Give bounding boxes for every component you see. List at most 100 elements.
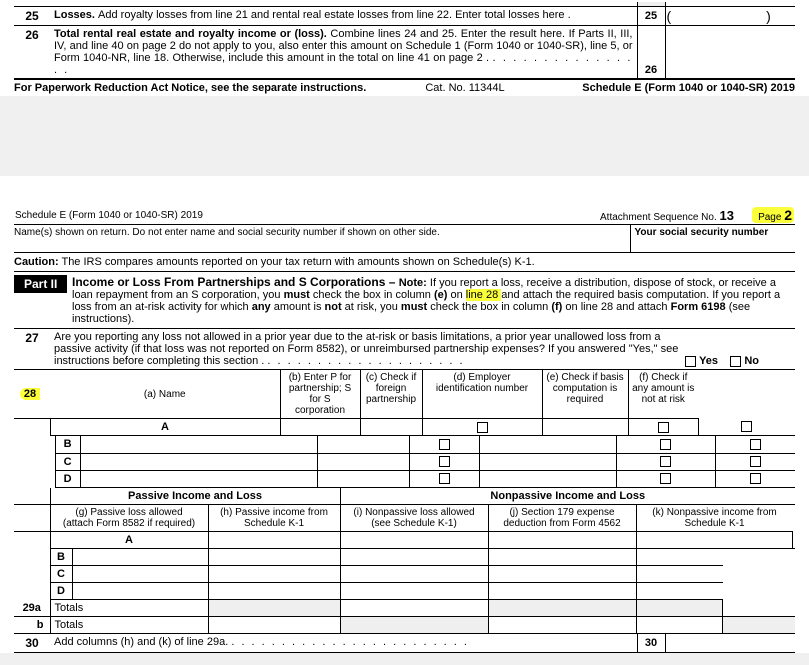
g2-D-g[interactable] bbox=[72, 583, 208, 600]
p2n7: on line 28 and attach bbox=[565, 301, 670, 313]
row-D-e[interactable] bbox=[617, 470, 715, 487]
caution-label: Caution: bbox=[14, 256, 59, 268]
col-e-hdr: (e) Check if basis computation is requir… bbox=[542, 370, 628, 419]
g2-C-j[interactable] bbox=[488, 566, 636, 583]
row-B-f-checkbox[interactable] bbox=[750, 439, 761, 450]
g2-C-g[interactable] bbox=[72, 566, 208, 583]
row-C-f-checkbox[interactable] bbox=[750, 456, 761, 467]
attach-label: Attachment Sequence No. bbox=[600, 212, 717, 223]
g2-A-i[interactable] bbox=[488, 531, 636, 548]
line-29a-h[interactable] bbox=[340, 600, 488, 617]
line-27-text: Are you reporting any loss not allowed i… bbox=[50, 329, 685, 370]
ssn-label: Your social security number bbox=[630, 225, 795, 253]
line-26-num: 26 bbox=[14, 26, 50, 80]
line-27-no-checkbox[interactable] bbox=[730, 356, 741, 367]
line-30-num: 30 bbox=[14, 634, 50, 653]
row-A-f[interactable] bbox=[698, 419, 795, 436]
g2-C-letter: C bbox=[50, 566, 72, 583]
row-A-c-checkbox[interactable] bbox=[477, 422, 488, 433]
row-D-letter: D bbox=[55, 470, 80, 487]
p2n3: on bbox=[451, 289, 466, 301]
line-27-yes-checkbox[interactable] bbox=[685, 356, 696, 367]
row-D-e-checkbox[interactable] bbox=[660, 473, 671, 484]
row-C-e[interactable] bbox=[617, 453, 715, 470]
g2-B-i[interactable] bbox=[340, 549, 488, 566]
row-D-f-checkbox[interactable] bbox=[750, 473, 761, 484]
line-30-desc: Add columns (h) and (k) of line 29a. bbox=[54, 636, 228, 648]
col-g-1: (g) Passive loss allowed bbox=[75, 507, 182, 518]
row-A-b[interactable] bbox=[360, 419, 422, 436]
p2must2: must bbox=[401, 301, 427, 313]
row-A-c[interactable] bbox=[422, 419, 542, 436]
row-D-c-checkbox[interactable] bbox=[439, 473, 450, 484]
row-A-d[interactable] bbox=[542, 419, 628, 436]
row-A-letter: A bbox=[50, 419, 280, 436]
page2-attachment: Attachment Sequence No. 13 bbox=[535, 206, 735, 225]
col-g-2: (attach Form 8582 if required) bbox=[63, 518, 195, 529]
row-B-e-checkbox[interactable] bbox=[660, 439, 671, 450]
row-B-name[interactable] bbox=[80, 436, 317, 453]
line-25-field[interactable]: () bbox=[665, 7, 795, 26]
g2-C-h[interactable] bbox=[208, 566, 340, 583]
line-29b-i[interactable] bbox=[488, 617, 636, 634]
row-C-f[interactable] bbox=[715, 453, 795, 470]
line-30-fieldnum: 30 bbox=[637, 634, 665, 653]
line-29b-g[interactable] bbox=[208, 617, 340, 634]
row-B-c-checkbox[interactable] bbox=[439, 439, 450, 450]
g2-D-h[interactable] bbox=[208, 583, 340, 600]
row-D-f[interactable] bbox=[715, 470, 795, 487]
row-B-f[interactable] bbox=[715, 436, 795, 453]
line-26-label: Total rental real estate and royalty inc… bbox=[54, 28, 330, 40]
row-B-b[interactable] bbox=[318, 436, 409, 453]
g2-D-j[interactable] bbox=[488, 583, 636, 600]
row-D-b[interactable] bbox=[318, 470, 409, 487]
line-29b-num: b bbox=[14, 617, 50, 634]
g2-B-k[interactable] bbox=[636, 549, 723, 566]
row-A-f-checkbox[interactable] bbox=[741, 421, 752, 432]
g2-B-j[interactable] bbox=[488, 549, 636, 566]
row-D-d[interactable] bbox=[480, 470, 617, 487]
col-a-hdr: (a) Name bbox=[50, 370, 280, 419]
line-30-field[interactable] bbox=[665, 634, 795, 653]
line-30-text: Add columns (h) and (k) of line 29a. . .… bbox=[50, 634, 637, 653]
col-d-hdr: (d) Employer identification number bbox=[422, 370, 542, 419]
row-B-c[interactable] bbox=[409, 436, 480, 453]
row-A-e[interactable] bbox=[628, 419, 698, 436]
g2-B-g[interactable] bbox=[72, 549, 208, 566]
line-29a-num: 29a bbox=[14, 600, 50, 617]
line-29a-k[interactable] bbox=[723, 600, 795, 617]
g2-D-k[interactable] bbox=[636, 583, 723, 600]
page-gap bbox=[0, 96, 809, 176]
row-C-b[interactable] bbox=[318, 453, 409, 470]
row-D-c[interactable] bbox=[409, 470, 480, 487]
g2-A-k[interactable] bbox=[793, 531, 796, 548]
row-C-e-checkbox[interactable] bbox=[660, 456, 671, 467]
row-B-d[interactable] bbox=[480, 436, 617, 453]
row-C-name[interactable] bbox=[80, 453, 317, 470]
g2-C-i[interactable] bbox=[340, 566, 488, 583]
g2-A-j[interactable] bbox=[636, 531, 793, 548]
g2-A-h[interactable] bbox=[340, 531, 488, 548]
row-C-d[interactable] bbox=[480, 453, 617, 470]
row-A-name[interactable] bbox=[280, 419, 360, 436]
row-D-name[interactable] bbox=[80, 470, 317, 487]
row-C-c[interactable] bbox=[409, 453, 480, 470]
line-26-field[interactable] bbox=[665, 26, 795, 80]
part2-text: Income or Loss From Partnerships and S C… bbox=[68, 272, 795, 329]
p2-6198: Form 6198 bbox=[671, 301, 726, 313]
g2-D-i[interactable] bbox=[340, 583, 488, 600]
p2n4: amount is bbox=[274, 301, 325, 313]
row-A-e-checkbox[interactable] bbox=[658, 422, 669, 433]
passive-hdr: Passive Income and Loss bbox=[50, 488, 340, 505]
g2-B-h[interactable] bbox=[208, 549, 340, 566]
line-30-dots: . . . . . . . . . . . . . . . . . . . . … bbox=[231, 636, 469, 648]
attach-seq: 13 bbox=[720, 208, 734, 223]
p2must1: must bbox=[284, 289, 310, 301]
row-B-e[interactable] bbox=[617, 436, 715, 453]
p2e: (e) bbox=[434, 289, 447, 301]
g2-C-k[interactable] bbox=[636, 566, 723, 583]
row-C-c-checkbox[interactable] bbox=[439, 456, 450, 467]
line-29b-j[interactable] bbox=[636, 617, 723, 634]
line-29b-h bbox=[340, 617, 488, 634]
g2-A-g[interactable] bbox=[208, 531, 340, 548]
